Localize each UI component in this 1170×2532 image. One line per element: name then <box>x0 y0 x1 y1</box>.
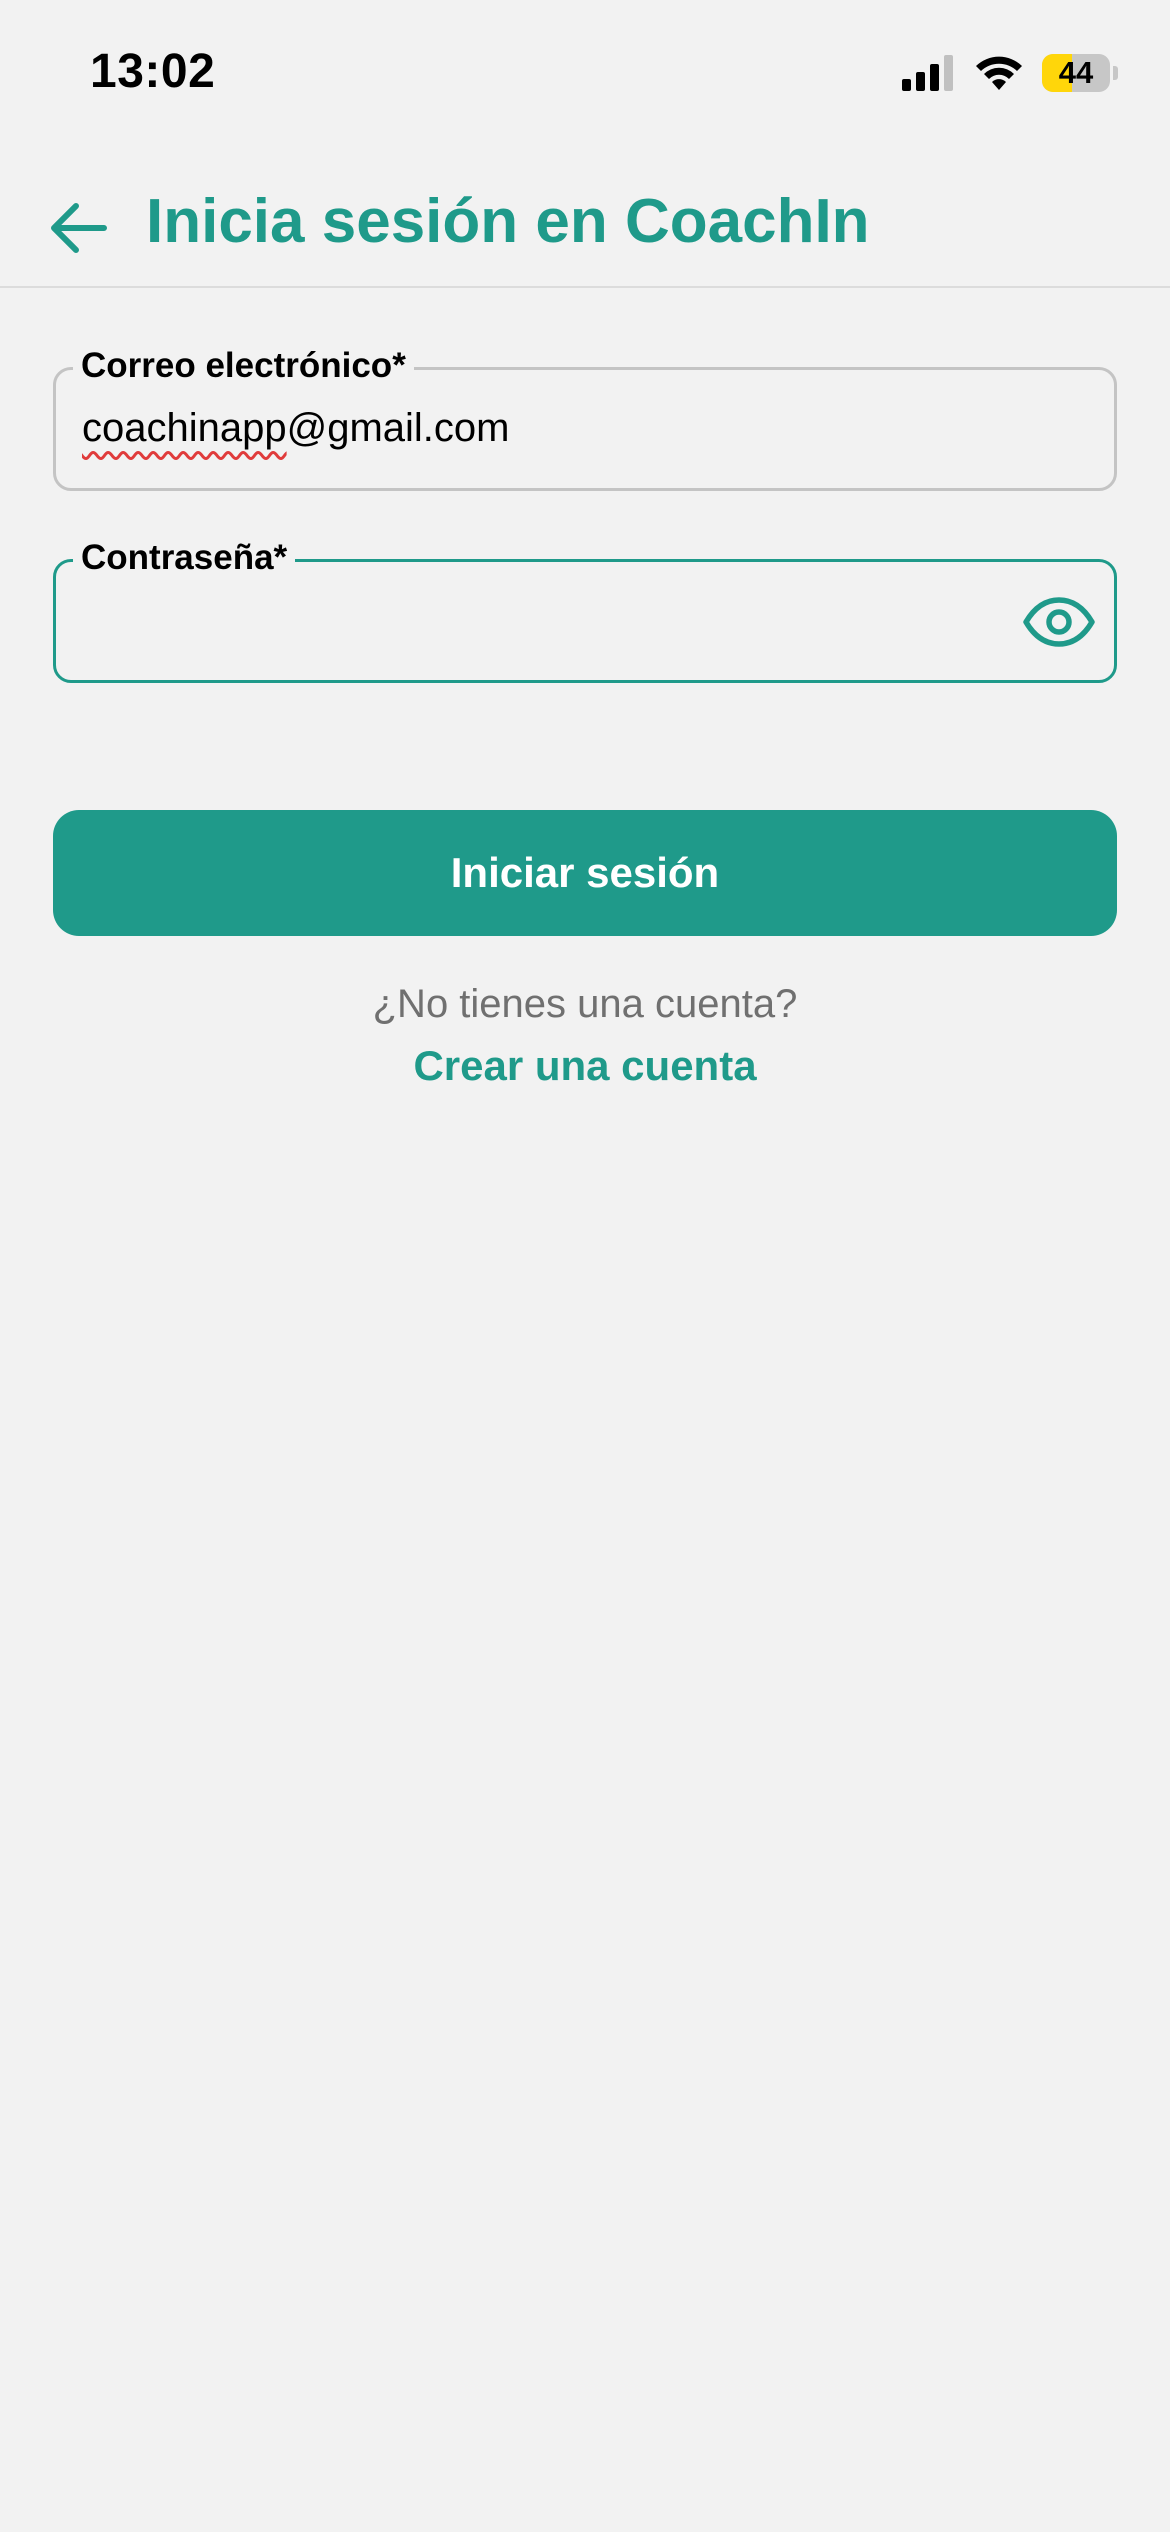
signup-prompt: ¿No tienes una cuenta? <box>372 982 798 1026</box>
status-bar: 13:02 44 <box>0 0 1170 150</box>
battery-level: 44 <box>1058 55 1094 90</box>
status-icons: 44 <box>902 50 1118 96</box>
battery-icon: 44 <box>1042 54 1110 92</box>
password-field[interactable]: Contraseña* <box>53 536 1117 683</box>
email-field[interactable]: Correo electrónico* coachinapp@gmail.com <box>53 344 1117 491</box>
toggle-password-visibility-button[interactable] <box>1022 590 1096 654</box>
arrow-left-icon <box>51 203 107 253</box>
battery-cap <box>1113 66 1118 80</box>
cellular-signal-icon <box>902 55 953 91</box>
email-value[interactable]: coachinapp@gmail.com <box>82 406 509 451</box>
password-label: Contraseña* <box>73 536 296 580</box>
login-button[interactable]: Iniciar sesión <box>53 810 1117 936</box>
eye-icon <box>1023 597 1095 647</box>
email-value-domain: @gmail.com <box>286 406 510 450</box>
status-time: 13:02 <box>90 45 216 98</box>
create-account-link[interactable]: Crear una cuenta <box>0 1042 1170 1090</box>
header: Inicia sesión en CoachIn <box>0 150 1170 288</box>
email-label: Correo electrónico* <box>73 344 414 388</box>
back-button[interactable] <box>40 190 116 266</box>
wifi-icon <box>976 56 1022 90</box>
page-title: Inicia sesión en CoachIn <box>146 187 870 256</box>
email-value-misspelled: coachinapp <box>82 406 287 450</box>
